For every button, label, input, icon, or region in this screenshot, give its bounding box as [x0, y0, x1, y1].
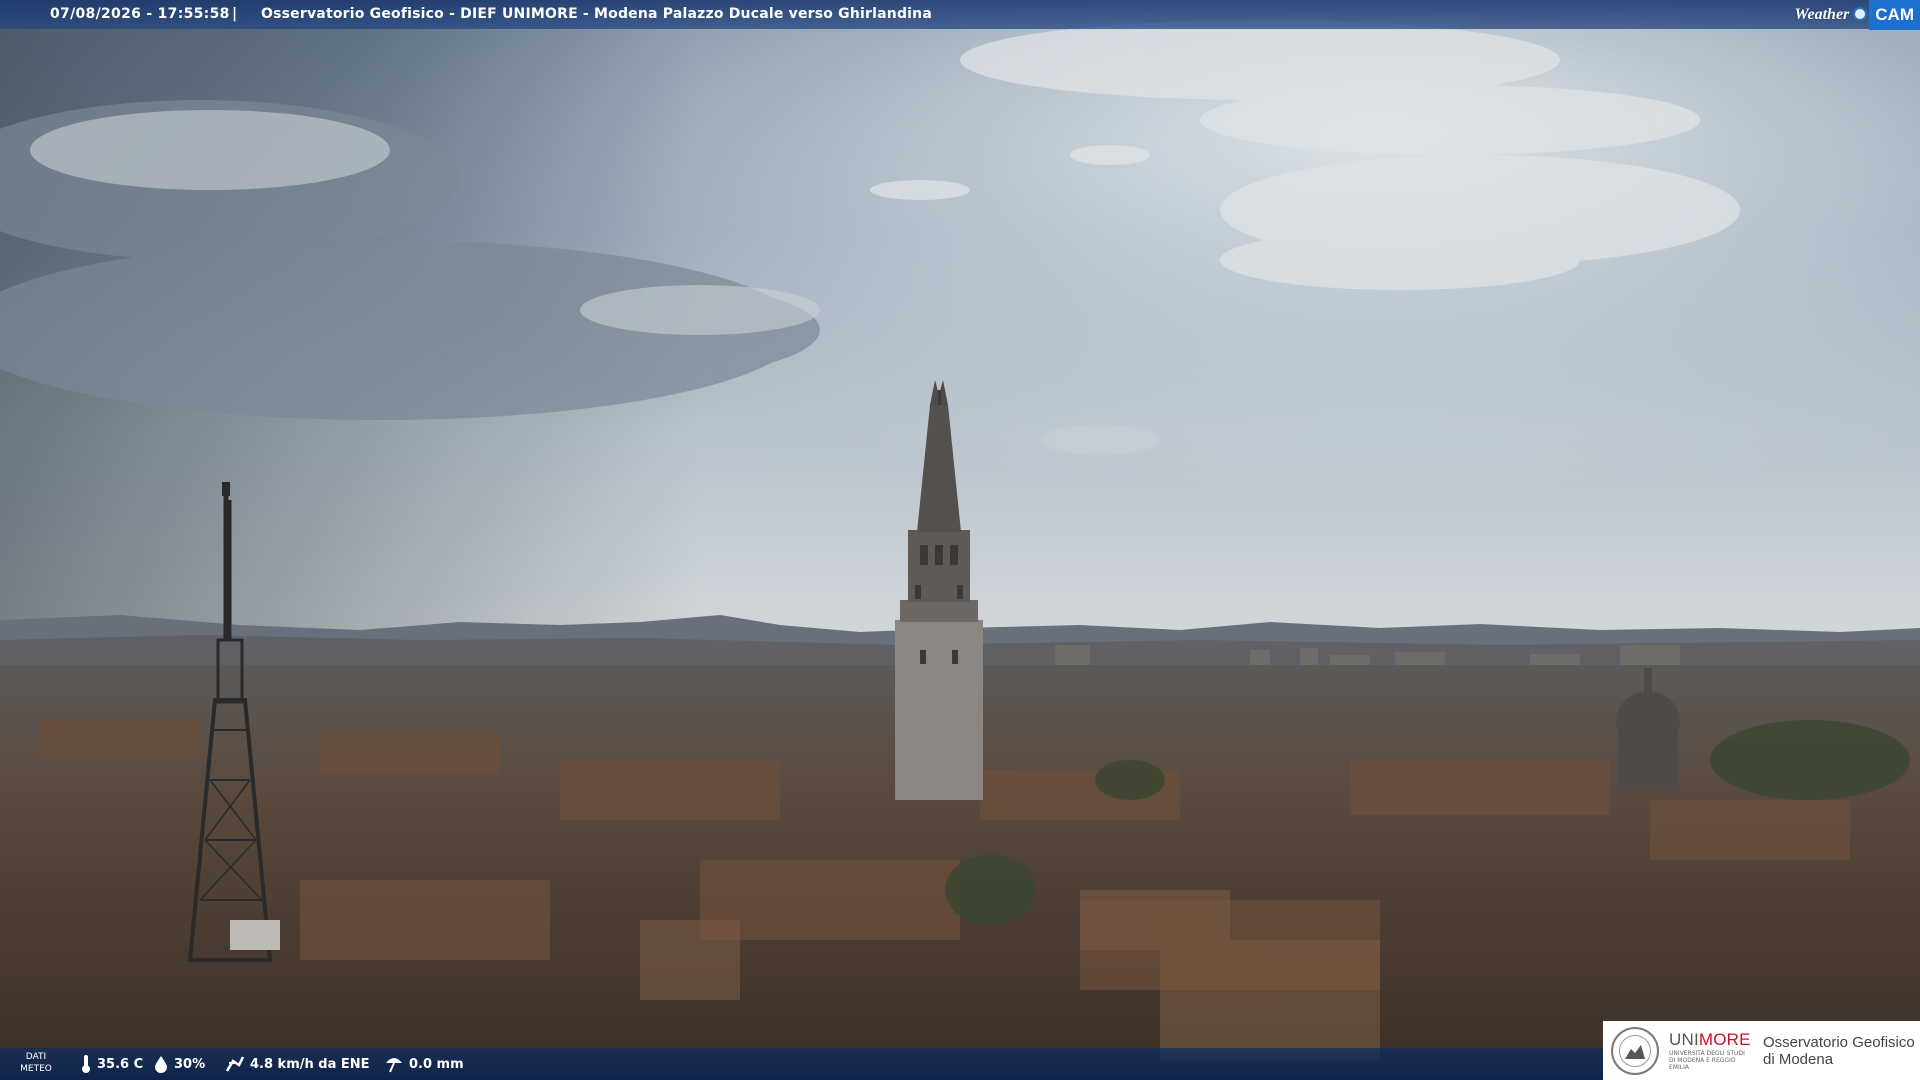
rain-readout: 0.0 mm: [384, 1048, 464, 1080]
wind-icon: [225, 1056, 245, 1072]
timestamp: 07/08/2026 - 17:55:58: [50, 6, 230, 22]
webcam-scene: [0, 0, 1920, 1080]
unimore-brand: UNIMORE UNIVERSITÀ DEGLI STUDI DI MODENA…: [1669, 1030, 1751, 1071]
camera-title: Osservatorio Geofisico - DIEF UNIMORE - …: [261, 6, 932, 22]
rain-gauge-icon: [386, 1058, 402, 1073]
organization-logo: UNIMORE UNIVERSITÀ DEGLI STUDI DI MODENA…: [1603, 1021, 1920, 1080]
temperature-readout: 35.6 C: [80, 1048, 143, 1080]
header-bar: 07/08/2026 - 17:55:58 | Osservatorio Geo…: [0, 0, 1920, 30]
humidity-drop-icon: [155, 1056, 167, 1073]
university-seal-icon: [1611, 1026, 1659, 1075]
wind-readout: 4.8 km/h da ENE: [225, 1048, 370, 1080]
humidity-readout: 30%: [153, 1048, 205, 1080]
thermometer-icon: [82, 1055, 90, 1073]
lens-icon: [1853, 7, 1868, 21]
observatory-name: Osservatorio Geofisico di Modena: [1763, 1033, 1915, 1068]
weather-label: DATI METEO: [20, 1052, 52, 1074]
header-separator: |: [232, 6, 238, 22]
weathercam-logo: Weather CAM: [1788, 0, 1920, 30]
